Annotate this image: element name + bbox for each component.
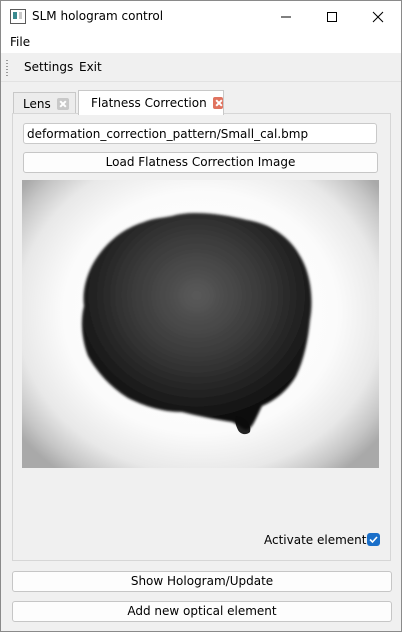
tab-flatness-correction-label: Flatness Correction — [91, 96, 207, 110]
maximize-button[interactable] — [309, 1, 355, 32]
minimize-button[interactable] — [263, 1, 309, 32]
minimize-icon — [281, 16, 291, 17]
load-flatness-correction-button[interactable]: Load Flatness Correction Image — [23, 152, 378, 173]
app-window: SLM hologram control File Settings Exit … — [0, 0, 402, 632]
close-icon[interactable] — [56, 97, 69, 110]
menu-bar: File — [1, 32, 401, 53]
toolbar-grip-handle[interactable] — [6, 60, 8, 76]
checkmark-icon — [369, 536, 378, 544]
toolbar-exit[interactable]: Exit — [79, 60, 102, 74]
show-hologram-update-button[interactable]: Show Hologram/Update — [12, 571, 392, 592]
maximize-icon — [327, 11, 337, 22]
flatness-file-path-input[interactable] — [23, 123, 377, 144]
add-optical-element-button[interactable]: Add new optical element — [12, 601, 392, 622]
flatness-correction-image-preview — [22, 180, 379, 468]
window-title: SLM hologram control — [32, 9, 164, 23]
activate-element-checkbox[interactable] — [367, 533, 380, 546]
tab-lens[interactable]: Lens — [13, 92, 76, 114]
close-icon[interactable] — [212, 97, 223, 109]
activate-element-label: Activate element : — [264, 533, 375, 547]
toolbar: Settings Exit — [1, 54, 401, 82]
close-button[interactable] — [355, 1, 401, 32]
app-icon — [10, 9, 26, 24]
tab-flatness-correction[interactable]: Flatness Correction — [78, 90, 224, 115]
close-icon — [372, 11, 384, 22]
toolbar-settings[interactable]: Settings — [24, 60, 73, 74]
menu-file[interactable]: File — [10, 35, 30, 49]
title-bar[interactable]: SLM hologram control — [1, 1, 401, 32]
tab-lens-label: Lens — [23, 96, 51, 111]
